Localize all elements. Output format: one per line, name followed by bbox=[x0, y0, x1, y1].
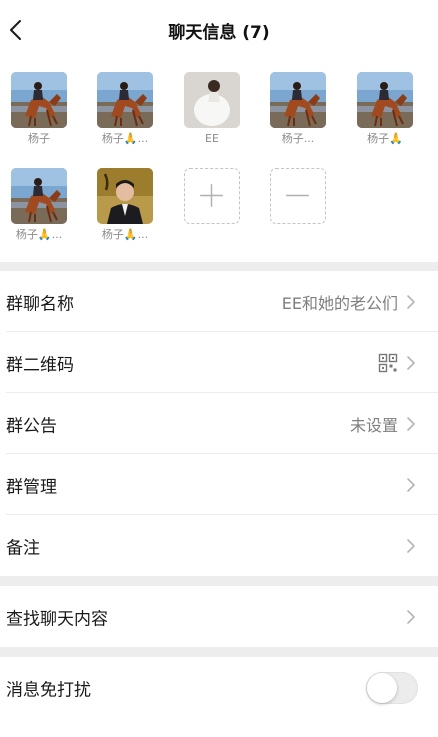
group-name-row[interactable]: 群聊名称 EE和她的老公们 bbox=[0, 271, 438, 332]
avatar bbox=[11, 72, 67, 128]
member-name: 杨子... bbox=[281, 132, 315, 145]
group-announcement-value: 未设置 bbox=[349, 415, 398, 435]
group-announcement-row[interactable]: 群公告 未设置 bbox=[0, 393, 438, 454]
chevron-right-icon bbox=[407, 538, 415, 553]
member-name: EE bbox=[205, 132, 219, 145]
member-item[interactable]: EE bbox=[183, 72, 241, 146]
avatar bbox=[357, 72, 413, 128]
chevron-right-icon bbox=[407, 477, 415, 492]
navigation-bar: 聊天信息 (7) bbox=[0, 0, 438, 60]
group-management-row[interactable]: 群管理 bbox=[0, 454, 438, 515]
avatar bbox=[11, 168, 67, 224]
toggle-knob bbox=[367, 672, 397, 703]
mute-notifications-label: 消息免打扰 bbox=[6, 680, 91, 700]
plus-icon bbox=[200, 184, 223, 207]
chevron-right-icon bbox=[407, 294, 415, 309]
chevron-right-icon bbox=[407, 609, 415, 624]
section-divider bbox=[0, 576, 438, 586]
member-item[interactable]: 杨子🙏... bbox=[96, 72, 154, 146]
group-management-label: 群管理 bbox=[6, 477, 57, 497]
member-grid: 杨子 杨子🙏... EE 杨子... 杨子🙏 杨子🙏... 杨子🙏... bbox=[0, 60, 438, 262]
chevron-right-icon bbox=[407, 416, 415, 431]
group-name-label: 群聊名称 bbox=[6, 294, 74, 314]
member-item[interactable]: 杨子... bbox=[269, 72, 327, 146]
mute-notifications-toggle[interactable] bbox=[366, 671, 418, 704]
member-name: 杨子🙏... bbox=[15, 228, 63, 241]
chevron-right-icon bbox=[407, 355, 415, 370]
avatar bbox=[270, 72, 326, 128]
member-item[interactable]: 杨子🙏 bbox=[356, 72, 414, 146]
remark-label: 备注 bbox=[6, 538, 40, 558]
search-chat-history-row[interactable]: 查找聊天内容 bbox=[0, 586, 438, 647]
minus-icon bbox=[286, 194, 309, 197]
avatar bbox=[184, 72, 240, 128]
section-divider bbox=[0, 647, 438, 657]
search-chat-history-label: 查找聊天内容 bbox=[6, 609, 108, 629]
member-item[interactable]: 杨子 bbox=[10, 72, 68, 146]
member-name: 杨子🙏... bbox=[101, 132, 149, 145]
member-name: 杨子🙏 bbox=[367, 132, 403, 145]
avatar bbox=[97, 168, 153, 224]
add-member-button[interactable] bbox=[184, 168, 240, 224]
qr-code-icon bbox=[378, 353, 398, 372]
section-divider bbox=[0, 262, 438, 271]
group-qr-code-label: 群二维码 bbox=[6, 355, 74, 375]
remark-row[interactable]: 备注 bbox=[0, 515, 438, 576]
remove-member-button[interactable] bbox=[270, 168, 326, 224]
member-item[interactable]: 杨子🙏... bbox=[10, 168, 68, 242]
member-name: 杨子🙏... bbox=[101, 228, 149, 241]
mute-notifications-row: 消息免打扰 bbox=[0, 657, 438, 718]
member-name: 杨子 bbox=[28, 132, 50, 145]
group-qr-code-row[interactable]: 群二维码 bbox=[0, 332, 438, 393]
group-announcement-label: 群公告 bbox=[6, 416, 57, 436]
member-item[interactable]: 杨子🙏... bbox=[96, 168, 154, 242]
group-name-value: EE和她的老公们 bbox=[281, 293, 398, 313]
avatar bbox=[97, 72, 153, 128]
page-title: 聊天信息 (7) bbox=[168, 23, 270, 43]
